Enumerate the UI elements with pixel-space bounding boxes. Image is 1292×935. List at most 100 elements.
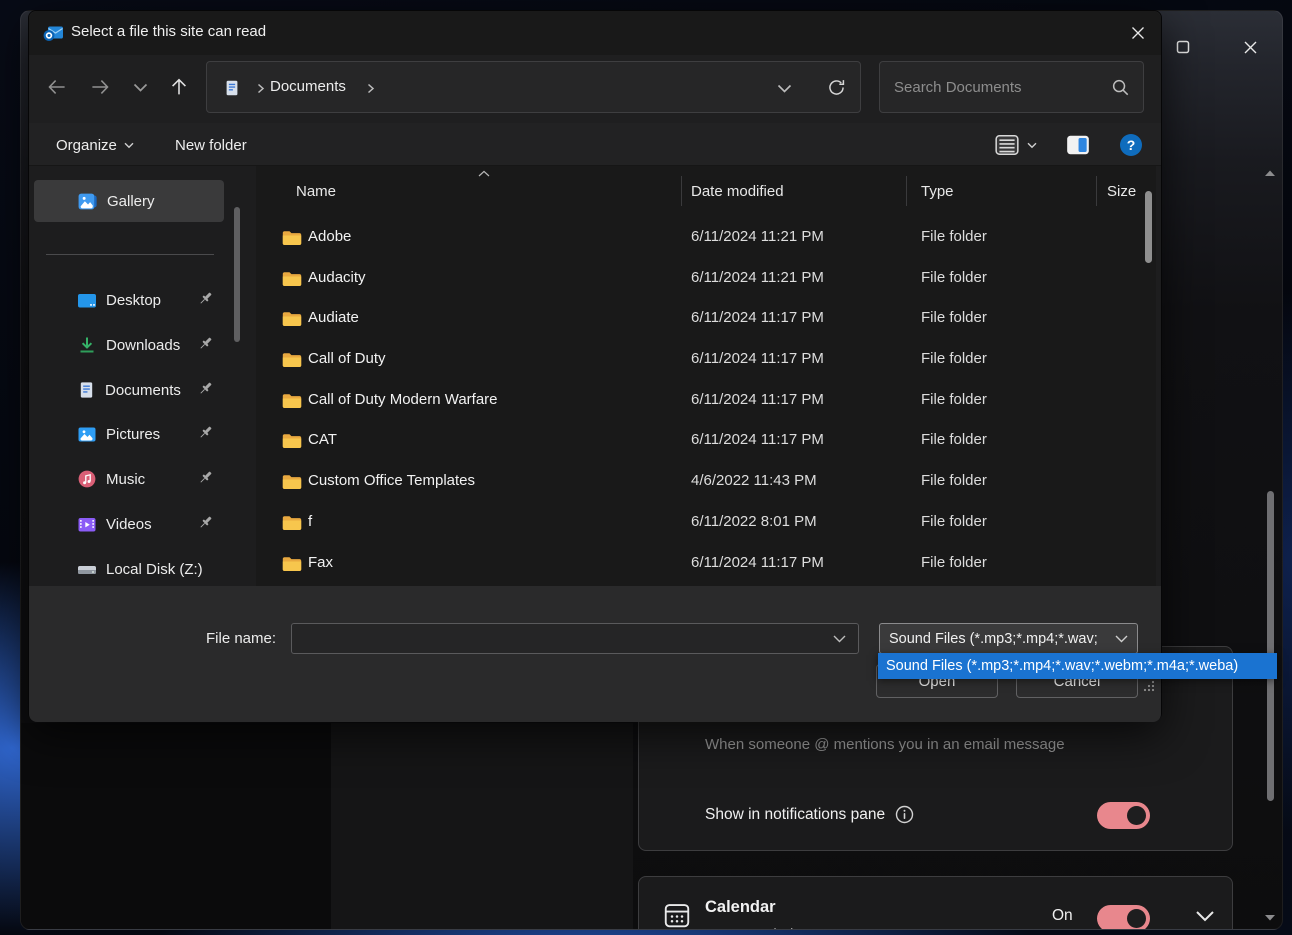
file-row[interactable]: Adobe 6/11/2024 11:21 PM File folder (256, 218, 1156, 259)
search-box (879, 61, 1144, 113)
resize-grip-icon[interactable] (1143, 680, 1155, 692)
address-bar[interactable]: Documents (206, 61, 861, 113)
view-mode-button[interactable] (994, 131, 1037, 159)
calendar-settings-card: Calendar Event reminders On (638, 876, 1233, 930)
dialog-titlebar[interactable]: Select a file this site can read (29, 11, 1161, 55)
recent-locations-button[interactable] (123, 70, 157, 104)
file-picker-dialog: Select a file this site can read (28, 10, 1162, 721)
command-toolbar: Organize New folder (29, 123, 1161, 165)
sidebar-item-pictures[interactable]: Pictures (34, 412, 224, 456)
file-row[interactable]: Audiate 6/11/2024 11:17 PM File folder (256, 299, 1156, 340)
up-arrow-icon (168, 76, 190, 98)
file-date: 6/11/2024 11:17 PM (691, 350, 824, 367)
file-name-combobox (291, 623, 859, 654)
help-button[interactable]: ? (1119, 131, 1143, 159)
dialog-close-button[interactable] (1115, 11, 1161, 55)
chevron-down-icon (1027, 142, 1037, 149)
back-button[interactable] (40, 70, 74, 104)
info-icon[interactable] (895, 805, 914, 824)
maximize-button[interactable] (1160, 30, 1206, 64)
navigation-bar: Documents (29, 55, 1161, 123)
sidebar-item-videos[interactable]: Videos (34, 502, 224, 546)
column-header-size[interactable]: Size (1107, 183, 1136, 200)
column-headers: Name Date modified Type Size (256, 174, 1156, 210)
calendar-title: Calendar (705, 898, 776, 917)
file-row[interactable]: Call of Duty 6/11/2024 11:17 PM File fol… (256, 340, 1156, 381)
file-row[interactable]: Audacity 6/11/2024 11:21 PM File folder (256, 259, 1156, 300)
pin-icon (197, 290, 214, 307)
file-date: 6/11/2024 11:17 PM (691, 309, 824, 326)
window-scrollbar[interactable] (1267, 491, 1274, 801)
forward-button[interactable] (83, 70, 117, 104)
organize-label: Organize (56, 137, 117, 154)
file-type-option-sound-files[interactable]: Sound Files (*.mp3;*.mp4;*.wav;*.webm;*.… (878, 658, 1238, 674)
folder-icon (282, 352, 302, 368)
scroll-up-icon[interactable] (1264, 169, 1276, 177)
scroll-down-icon[interactable] (1264, 914, 1276, 922)
file-row[interactable]: Fax 6/11/2024 11:17 PM File folder (256, 544, 1156, 585)
sidebar-scrollbar[interactable] (234, 207, 240, 342)
file-type: File folder (921, 513, 987, 530)
preview-pane-icon (1065, 133, 1091, 157)
file-name: CAT (308, 431, 337, 448)
file-date: 6/11/2024 11:17 PM (691, 554, 824, 571)
sidebar-item-desktop[interactable]: Desktop (34, 278, 224, 322)
breadcrumb-documents[interactable]: Documents (270, 78, 346, 95)
pin-icon (197, 424, 214, 441)
file-row[interactable]: Custom Office Templates 4/6/2022 11:43 P… (256, 462, 1156, 503)
file-name: Fax (308, 554, 333, 571)
close-window-button[interactable] (1227, 30, 1273, 64)
sidebar-item-downloads[interactable]: Downloads (34, 323, 224, 367)
sidebar-item-documents[interactable]: Documents (34, 368, 224, 412)
refresh-icon[interactable] (826, 77, 847, 98)
sidebar-item-label: Pictures (106, 426, 160, 443)
dialog-main-area: Gallery Desktop (29, 165, 1161, 586)
outlook-app-icon (42, 21, 66, 45)
organize-button[interactable]: Organize (56, 131, 134, 159)
sidebar-item-local-disk-z[interactable]: Local Disk (Z:) (34, 547, 224, 591)
sidebar-item-gallery[interactable]: Gallery (34, 180, 224, 222)
column-header-date[interactable]: Date modified (691, 183, 784, 200)
file-date: 6/11/2024 11:21 PM (691, 269, 824, 286)
mail-sidebar-panel (21, 723, 331, 930)
chevron-down-icon[interactable] (833, 635, 846, 643)
file-name: Custom Office Templates (308, 472, 475, 489)
file-row[interactable]: CAT 6/11/2024 11:17 PM File folder (256, 421, 1156, 462)
file-name-input[interactable] (292, 630, 833, 647)
file-name: Adobe (308, 228, 351, 245)
search-icon[interactable] (1111, 78, 1130, 97)
column-header-type[interactable]: Type (921, 183, 954, 200)
file-list-vertical-scrollbar[interactable] (1145, 191, 1152, 263)
new-folder-button[interactable]: New folder (175, 131, 247, 159)
preview-pane-button[interactable] (1065, 131, 1091, 159)
pin-icon (197, 469, 214, 486)
notifications-pane-label: Show in notifications pane (705, 806, 885, 824)
address-dropdown-icon[interactable] (777, 84, 792, 93)
column-divider[interactable] (906, 176, 907, 206)
file-row[interactable]: Call of Duty Modern Warfare 6/11/2024 11… (256, 381, 1156, 422)
up-button[interactable] (162, 70, 196, 104)
column-divider[interactable] (681, 176, 682, 206)
chevron-down-icon (124, 142, 134, 149)
chevron-down-icon[interactable] (1195, 910, 1215, 922)
file-type: File folder (921, 228, 987, 245)
folder-icon (282, 393, 302, 409)
file-row[interactable]: f 6/11/2022 8:01 PM File folder (256, 503, 1156, 544)
file-name: Call of Duty (308, 350, 386, 367)
breadcrumb-chevron-icon[interactable] (367, 83, 375, 94)
column-divider[interactable] (1096, 176, 1097, 206)
drive-icon (77, 560, 97, 579)
file-type: File folder (921, 472, 987, 489)
folder-icon (282, 311, 302, 327)
file-date: 4/6/2022 11:43 PM (691, 472, 817, 489)
sidebar-item-music[interactable]: Music (34, 457, 224, 501)
calendar-state-label: On (1052, 907, 1073, 925)
file-type-select[interactable]: Sound Files (*.mp3;*.mp4;*.wav; (879, 623, 1138, 654)
column-header-name[interactable]: Name (296, 183, 336, 200)
list-view-icon (994, 133, 1020, 157)
folder-icon (282, 230, 302, 246)
search-input[interactable] (880, 79, 1111, 96)
notifications-pane-toggle[interactable] (1097, 802, 1150, 829)
file-type: File folder (921, 391, 987, 408)
calendar-toggle[interactable] (1097, 905, 1150, 930)
